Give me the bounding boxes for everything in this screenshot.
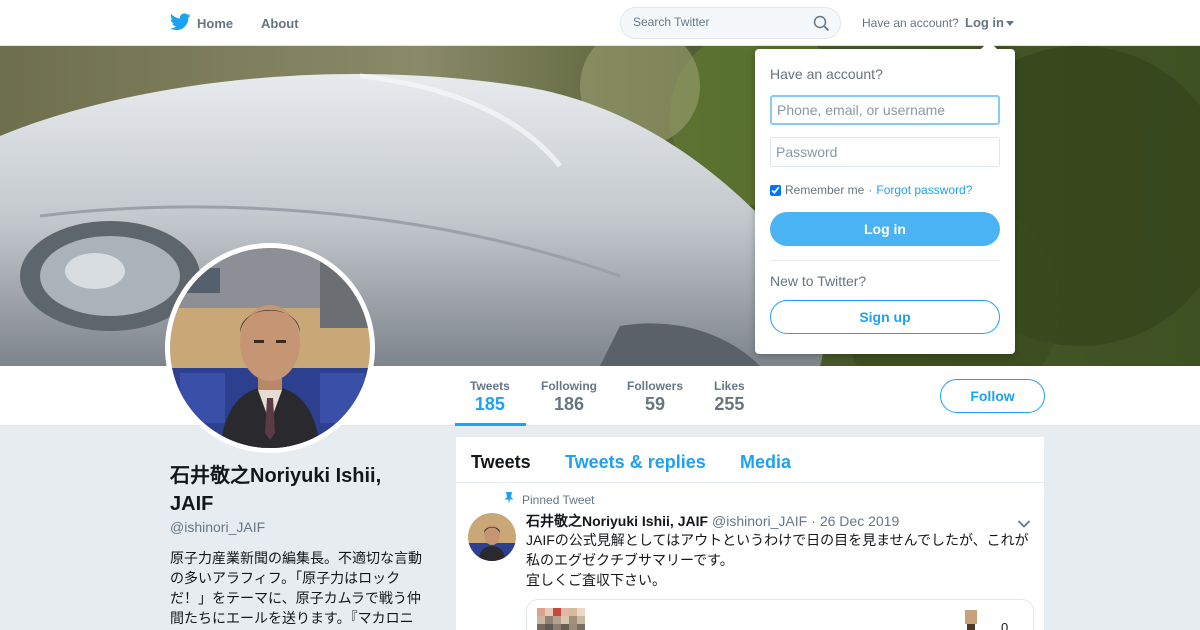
dropdown-divider [770,260,1000,261]
timeline-tabs: Tweets Tweets & replies Media [456,437,1044,483]
password-field[interactable] [770,137,1000,167]
search-box [620,7,841,39]
signup-button[interactable]: Sign up [770,300,1000,334]
tweet-text-line: 私のエグゼクチブサマリーです。 [526,552,734,568]
stat-label: Tweets [470,379,510,393]
profile-display-name: 石井敬之Noriyuki Ishii, JAIF [170,465,382,515]
new-to-twitter-text: New to Twitter? [770,273,867,289]
timeline-panel: Tweets Tweets & replies Media Pinned Twe… [456,437,1044,630]
profile-avatar[interactable] [165,243,375,453]
pinned-tweet-label: Pinned Tweet [522,492,595,507]
profile-handle: @ishinori_JAIF [170,519,266,535]
remember-me-row: Remember me · Forgot password? [770,183,972,197]
nav-about-link[interactable]: About [261,16,299,31]
profile-bio: 原子力産業新聞の編集長。不適切な言動の多いアラフィフ。「原子力はロックだ！」をテ… [170,550,422,626]
tweet-date[interactable]: 26 Dec 2019 [820,513,899,529]
stat-likes[interactable]: Likes 255 [714,379,745,415]
pinned-tweet-header: Pinned Tweet [504,492,595,507]
top-navigation-bar: Home About Have an account? Log in [0,0,1200,46]
stat-label: Following [541,379,597,393]
stat-value: 185 [474,394,505,414]
stat-followers[interactable]: Followers 59 [627,379,683,415]
stat-value: 255 [714,394,745,414]
tweet-author-name[interactable]: 石井敬之Noriyuki Ishii, JAIF [526,511,708,531]
have-account-text: Have an account? [862,16,959,30]
stat-following[interactable]: Following 186 [541,379,597,415]
username-field[interactable] [770,95,1000,125]
stat-value: 59 [644,394,666,414]
login-link-label: Log in [965,15,1004,30]
nav-home-label: Home [197,16,234,31]
tab-tweets-and-replies[interactable]: Tweets & replies [565,452,706,473]
tweet-media-card[interactable]: 0 [526,599,1034,630]
stat-value: 186 [553,394,585,414]
nav-home-link[interactable]: Home [169,13,234,34]
tweet-text-line: 宜しくご査収下さい。 [526,572,666,588]
tab-media[interactable]: Media [740,452,791,473]
tab-tweets[interactable]: Tweets [471,452,531,473]
stat-tweets[interactable]: Tweets 185 [470,379,510,415]
caret-down-icon [1006,20,1014,26]
login-dropdown-title: Have an account? [770,66,883,82]
follow-button[interactable]: Follow [940,379,1045,413]
login-dropdown: Have an account? Remember me · Forgot pa… [755,41,1015,354]
remember-me-checkbox[interactable] [770,184,781,196]
tweet-author-avatar[interactable] [468,513,516,561]
login-button[interactable]: Log in [770,212,1000,246]
forgot-password-link[interactable]: Forgot password? [876,183,972,197]
stat-label: Likes [714,379,745,393]
twitter-bird-icon [169,13,191,34]
card-count: 0 [1001,620,1009,630]
login-dropdown-toggle[interactable]: Log in [965,15,1014,30]
active-stat-underline [455,423,526,426]
stat-label: Followers [627,379,684,393]
search-input[interactable] [633,15,813,29]
remember-me-label[interactable]: Remember me [785,183,864,197]
tweet-text: JAIFの公式見解としてはアウトというわけで日の目を見ませんでしたが、これが 私… [526,530,1038,590]
tweet-text-line: JAIFの公式見解としてはアウトというわけで日の目を見ませんでしたが、これが [526,532,1029,548]
tweet-separator: · [811,513,816,529]
search-icon[interactable] [813,15,830,37]
tweet-media-preview [527,600,1033,630]
pin-icon [504,492,514,507]
remember-separator: · [868,183,873,197]
avatar-photo [170,248,370,448]
tweet-author-handle: @ishinori_JAIF [712,513,808,529]
tweet-header: 石井敬之Noriyuki Ishii, JAIF @ishinori_JAIF … [526,511,899,531]
